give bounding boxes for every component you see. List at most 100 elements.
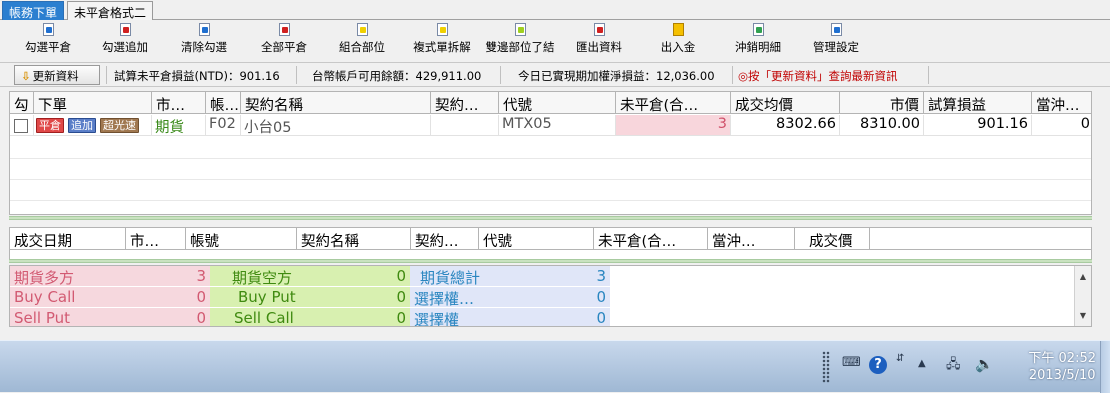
volume-icon[interactable]: 🔈: [975, 355, 994, 373]
settings-button[interactable]: 管理設定: [810, 23, 862, 59]
splitter-bottom[interactable]: [9, 259, 1092, 263]
col-account[interactable]: 帳…: [206, 92, 241, 114]
col-fill-contract-name[interactable]: 契約名稱: [297, 228, 411, 250]
col-pnl[interactable]: 試算損益: [924, 92, 1032, 114]
language-icon[interactable]: ⇵: [896, 353, 904, 364]
deposit-withdraw-button[interactable]: 出入金: [658, 23, 698, 59]
summary-panel: 期貨多方 3 期貨空方 0 期貨總計 3 Buy Call 0 Buy Put …: [9, 265, 1092, 327]
system-clock[interactable]: 下午 02:52 2013/5/10: [1028, 350, 1096, 384]
market-cell: 期貨: [152, 115, 206, 136]
daytrade-cell: 0: [1032, 115, 1091, 136]
network-icon[interactable]: 🖧: [946, 355, 961, 377]
tab-open-position-format2[interactable]: 未平倉格式二: [67, 1, 154, 20]
contract-name-cell: 小台05: [241, 115, 431, 136]
summary-label: Buy Put: [210, 287, 310, 307]
taskbar-grip[interactable]: [822, 351, 830, 383]
col-fill-date[interactable]: 成交日期: [10, 228, 126, 250]
tab-strip: 帳務下單 未平倉格式二: [0, 0, 1110, 20]
scroll-down-icon[interactable]: ▼: [1075, 311, 1091, 320]
contract-type-cell: [431, 115, 499, 136]
trading-window: 帳務下單 未平倉格式二 勾選平倉 勾選追加 清除勾選 全部平倉 組合部位 複式單…: [0, 0, 1110, 340]
positions-grid: 勾 下單 市… 帳… 契約名稱 契約… 代號 未平倉(合… 成交均價 市價 試算…: [9, 91, 1092, 215]
refresh-button[interactable]: ⇩ 更新資料: [14, 65, 100, 85]
close-all-button[interactable]: 全部平倉: [258, 23, 310, 59]
refresh-hint: ◎按「更新資料」查詢最新資訊: [738, 69, 898, 83]
col-fill-contract-type[interactable]: 契約…: [411, 228, 479, 250]
summary-label: 期貨空方: [210, 266, 310, 286]
down-arrow-icon: ⇩: [21, 69, 31, 83]
summary-label: Sell Call: [210, 308, 310, 326]
unrealized-pnl: 試算未平倉損益(NTD)：901.16: [114, 69, 280, 83]
summary-value: 0: [310, 308, 410, 326]
split-order-button[interactable]: 複式單拆解: [410, 23, 474, 59]
add-position-button[interactable]: 追加: [68, 118, 96, 133]
close-position-button[interactable]: 平倉: [36, 118, 64, 133]
export-button[interactable]: 匯出資料: [573, 23, 625, 59]
export-icon: [593, 23, 606, 38]
tray-expand-icon[interactable]: ▲: [918, 358, 926, 369]
summary-value: 0: [110, 287, 210, 307]
summary-label: 期貨總計: [410, 266, 510, 286]
avg-price-cell: 8302.66: [731, 115, 840, 136]
positions-header: 勾 下單 市… 帳… 契約名稱 契約… 代號 未平倉(合… 成交均價 市價 試算…: [10, 92, 1091, 114]
col-daytrade[interactable]: 當沖…: [1032, 92, 1091, 114]
clear-selection-button[interactable]: 清除勾選: [178, 23, 230, 59]
col-fill-market[interactable]: 市…: [126, 228, 186, 250]
summary-value: 0: [310, 287, 410, 307]
col-open-qty[interactable]: 未平倉(合…: [616, 92, 731, 114]
col-fill-price[interactable]: 成交價: [795, 228, 870, 250]
summary-label: Buy Call: [10, 287, 110, 307]
offset-detail-icon: [752, 23, 765, 38]
summary-value: 3: [510, 266, 610, 286]
pnl-cell: 901.16: [924, 115, 1032, 136]
col-contract-type[interactable]: 契約…: [431, 92, 499, 114]
scroll-up-icon[interactable]: ▲: [1075, 272, 1091, 281]
summary-value: 0: [510, 308, 610, 326]
col-fill-code[interactable]: 代號: [479, 228, 594, 250]
col-market[interactable]: 市…: [152, 92, 206, 114]
combine-position-button[interactable]: 組合部位: [336, 23, 388, 59]
col-fill-open-qty[interactable]: 未平倉(合…: [594, 228, 708, 250]
offset-detail-button[interactable]: 沖銷明細: [732, 23, 784, 59]
splitter-top[interactable]: [9, 216, 1092, 220]
market-price-cell: 8310.00: [840, 115, 924, 136]
col-market-price[interactable]: 市價: [840, 92, 924, 114]
clear-selection-icon: [198, 23, 211, 38]
toolbar: 勾選平倉 勾選追加 清除勾選 全部平倉 組合部位 複式單拆解 雙邊部位了結 匯出…: [0, 21, 1110, 61]
show-desktop-button[interactable]: [1100, 341, 1110, 393]
combine-icon: [356, 23, 369, 38]
col-code[interactable]: 代號: [499, 92, 616, 114]
col-select[interactable]: 勾: [10, 92, 34, 114]
row-checkbox[interactable]: [14, 119, 28, 133]
close-position-icon: [42, 23, 55, 38]
speed-order-button[interactable]: 超光速: [100, 118, 139, 133]
col-contract-name[interactable]: 契約名稱: [241, 92, 431, 114]
settle-icon: [514, 23, 527, 38]
summary-value: 3: [110, 266, 210, 286]
summary-label: 期貨多方: [10, 266, 110, 286]
available-balance: 台幣帳戶可用餘額：429,911.00: [312, 69, 482, 83]
row-checkbox-cell: [10, 115, 34, 136]
account-cell: F02: [206, 115, 241, 136]
add-position-icon: [119, 23, 132, 38]
fills-header: 成交日期 市… 帳號 契約名稱 契約… 代號 未平倉(合… 當沖… 成交價: [10, 228, 1091, 250]
summary-value: 0: [510, 287, 610, 307]
col-avg-price[interactable]: 成交均價: [731, 92, 840, 114]
col-order[interactable]: 下單: [34, 92, 152, 114]
open-qty-cell: 3: [616, 115, 731, 136]
split-order-icon: [436, 23, 449, 38]
summary-value: 0: [110, 308, 210, 326]
summary-label: 選擇權: [410, 308, 510, 326]
help-icon[interactable]: ?: [869, 356, 887, 374]
taskbar: ⌨ ? ⇵ ▲ 🖧 🔈 下午 02:52 2013/5/10: [0, 340, 1110, 393]
summary-scrollbar[interactable]: ▲ ▼: [1074, 266, 1091, 326]
summary-label: Sell Put: [10, 308, 110, 326]
select-add-button[interactable]: 勾選追加: [99, 23, 151, 59]
tab-account-orders[interactable]: 帳務下單: [2, 1, 65, 20]
col-fill-daytrade[interactable]: 當沖…: [708, 228, 795, 250]
select-close-button[interactable]: 勾選平倉: [22, 23, 74, 59]
money-icon: [672, 23, 685, 38]
settle-both-button[interactable]: 雙邊部位了結: [482, 23, 558, 59]
keyboard-icon[interactable]: ⌨: [842, 355, 861, 370]
col-fill-account[interactable]: 帳號: [186, 228, 297, 250]
